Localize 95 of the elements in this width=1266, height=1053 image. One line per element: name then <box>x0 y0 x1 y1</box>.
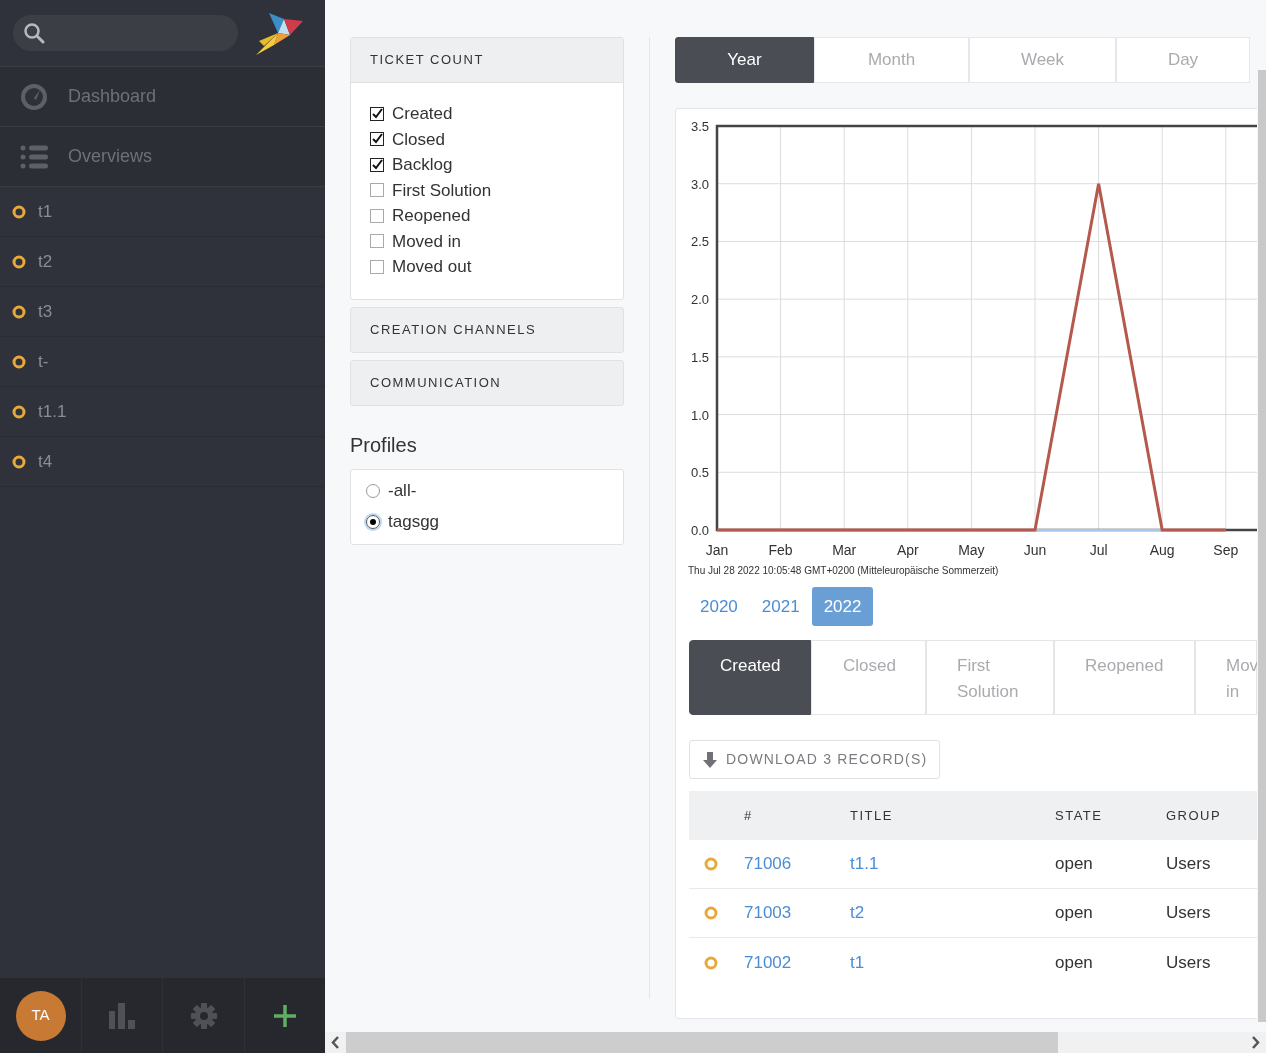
checkbox-row[interactable]: Closed <box>370 126 623 152</box>
axis-label: Jul <box>1089 542 1108 558</box>
overview-item[interactable]: t2 <box>0 237 325 287</box>
axis-label: Jun <box>1023 542 1047 558</box>
checkbox-row[interactable]: Reopened <box>370 203 623 229</box>
checkbox-row[interactable]: First Solution <box>370 177 623 203</box>
ticket-number-link[interactable]: 71006 <box>744 851 850 877</box>
axis-label: Apr <box>896 542 919 558</box>
checkbox-row[interactable]: Moved in <box>370 228 623 254</box>
ticket-number-link[interactable]: 71002 <box>744 949 850 976</box>
period-tab[interactable]: Day <box>1116 37 1250 83</box>
checkbox[interactable] <box>370 259 384 274</box>
status-ring-icon <box>704 906 718 920</box>
panel-header[interactable]: TICKET COUNT <box>351 38 623 83</box>
plus-icon[interactable] <box>273 1003 297 1028</box>
download-arrow-icon <box>702 751 718 768</box>
overview-item[interactable]: t- <box>0 337 325 387</box>
bar-chart-icon[interactable] <box>109 1002 135 1029</box>
period-tab[interactable]: Week <box>969 37 1116 83</box>
status-ring-icon <box>12 404 26 419</box>
axis-label: Aug <box>1149 542 1175 558</box>
collapsed-section[interactable]: COMMUNICATION <box>350 359 624 406</box>
timestamp: Thu Jul 28 2022 10:05:48 GMT+0200 (Mitteleuropäische Sommerzeit) <box>687 564 1000 578</box>
list-icon <box>20 144 48 169</box>
overview-item[interactable]: t3 <box>0 287 325 337</box>
radio-button[interactable] <box>366 515 380 529</box>
axis-label: 2.0 <box>690 292 709 308</box>
radio-row[interactable]: tagsgg <box>366 506 623 538</box>
axis-label: May <box>958 542 985 558</box>
checkbox[interactable] <box>370 157 384 172</box>
metric-tab[interactable]: Created <box>689 640 811 715</box>
column-header[interactable]: STATE <box>1055 805 1166 826</box>
user-avatar[interactable]: TA <box>15 990 66 1041</box>
search-icon <box>23 22 45 44</box>
axis-label: 3.0 <box>690 176 709 192</box>
axis-label: 0.5 <box>690 465 709 481</box>
metric-tab[interactable]: Reopened <box>1054 640 1195 715</box>
nav-item[interactable]: Dashboard <box>0 67 325 127</box>
download-button[interactable]: DOWNLOAD 3 RECORD(S) <box>689 740 941 779</box>
checkbox-row[interactable]: Backlog <box>370 152 623 178</box>
table-cell-text: open <box>1055 951 1094 974</box>
overview-item[interactable]: t4 <box>0 437 325 487</box>
collapsed-section[interactable]: CREATION CHANNELS <box>350 306 624 353</box>
vertical-scrollbar[interactable] <box>1258 70 1266 1022</box>
axis-label: Jan <box>705 542 729 558</box>
table-cell-text: Users <box>1166 902 1212 925</box>
checkbox-row[interactable]: Created <box>370 101 623 127</box>
year-link[interactable]: 2021 <box>749 587 812 626</box>
overview-item[interactable]: t1.1 <box>0 387 325 437</box>
table-cell-text: Users <box>1166 951 1212 974</box>
checkbox[interactable] <box>370 208 384 223</box>
status-ring-icon <box>704 857 718 871</box>
table-cell-text: Users <box>1166 853 1212 876</box>
metric-tab[interactable]: First Solution <box>926 640 1054 715</box>
axis-label: Feb <box>768 542 793 558</box>
scrollbar-thumb[interactable] <box>346 1032 1058 1053</box>
year-link[interactable]: 2022 <box>811 587 874 626</box>
column-header[interactable]: TITLE <box>850 805 1055 826</box>
axis-label: 0.0 <box>690 523 709 538</box>
metric-tab[interactable]: Closed <box>811 640 926 715</box>
column-header[interactable]: # <box>744 805 850 826</box>
table-cell-text: open <box>1055 853 1094 876</box>
section-heading: Profiles <box>350 432 418 458</box>
horizontal-scrollbar[interactable] <box>325 1032 1266 1053</box>
radio-row[interactable]: -all- <box>366 475 623 507</box>
column-header[interactable]: GROUP <box>1166 805 1257 826</box>
axis-label: 1.0 <box>690 407 709 423</box>
status-ring-icon <box>12 304 26 319</box>
year-link[interactable]: 2020 <box>688 587 750 626</box>
ticket-title-link[interactable]: t1.1 <box>850 851 1055 877</box>
status-ring-icon <box>12 204 26 219</box>
status-ring-icon <box>12 254 26 269</box>
period-tab[interactable]: Year <box>675 37 814 83</box>
table-cell-text: open <box>1055 902 1094 925</box>
axis-label: Mar <box>832 542 857 558</box>
overview-item[interactable]: t1 <box>0 187 325 237</box>
axis-label: 1.5 <box>690 349 709 365</box>
status-ring-icon <box>12 454 26 469</box>
ticket-number-link[interactable]: 71003 <box>744 900 850 926</box>
checkbox-row[interactable]: Moved out <box>370 254 623 280</box>
checkbox[interactable] <box>370 183 384 198</box>
ticket-title-link[interactable]: t2 <box>850 900 1055 926</box>
gauge-icon <box>20 82 48 111</box>
checkbox[interactable] <box>370 106 384 121</box>
period-tab[interactable]: Month <box>814 37 969 83</box>
axis-label: Sep <box>1213 542 1239 558</box>
search-field[interactable] <box>13 15 238 51</box>
status-ring-icon <box>12 354 26 369</box>
axis-label: 2.5 <box>690 234 709 250</box>
nav-item[interactable]: Overviews <box>0 127 325 187</box>
axis-label: 3.5 <box>690 119 709 134</box>
ticket-title-link[interactable]: t1 <box>850 949 1055 976</box>
status-ring-icon <box>704 955 718 970</box>
checkbox[interactable] <box>370 234 384 249</box>
checkbox[interactable] <box>370 132 384 147</box>
